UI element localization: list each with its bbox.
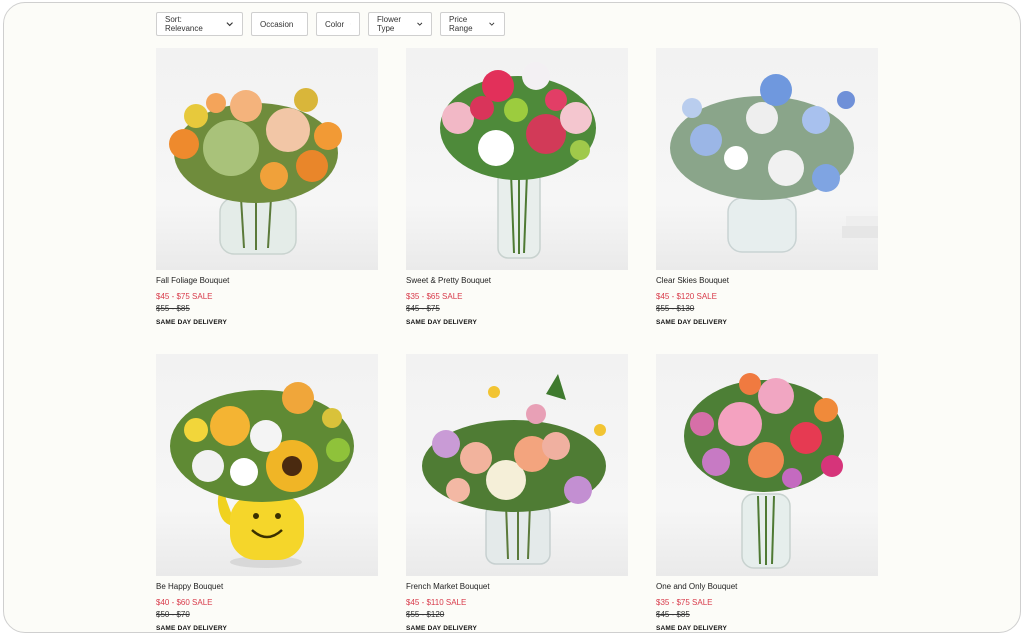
filter-bar: Sort: Relevance Occasion Color Flower Ty… xyxy=(156,12,505,36)
delivery-badge: SAME DAY DELIVERY xyxy=(656,319,728,326)
product-card[interactable]: Sweet & Pretty Bouquet $35 - $65 SALE $4… xyxy=(406,48,628,328)
product-image[interactable] xyxy=(406,354,628,576)
delivery-badge: SAME DAY DELIVERY xyxy=(406,319,478,326)
sort-dropdown[interactable]: Sort: Relevance xyxy=(156,12,243,36)
occasion-dropdown[interactable]: Occasion xyxy=(251,12,308,36)
sale-price: $45 - $110 SALE xyxy=(406,598,467,607)
delivery-badge: SAME DAY DELIVERY xyxy=(156,625,228,632)
original-price: $50 - $70 xyxy=(156,610,190,619)
chevron-down-icon xyxy=(489,22,495,26)
chevron-down-icon xyxy=(226,22,233,27)
product-card[interactable]: Clear Skies Bouquet $45 - $120 SALE $55 … xyxy=(656,48,878,328)
color-label: Color xyxy=(325,19,345,29)
product-name[interactable]: Be Happy Bouquet xyxy=(156,582,378,592)
product-image[interactable] xyxy=(156,354,378,576)
sale-price: $45 - $75 SALE xyxy=(156,292,213,301)
product-card[interactable]: French Market Bouquet $45 - $110 SALE $5… xyxy=(406,354,628,632)
app-frame: Sort: Relevance Occasion Color Flower Ty… xyxy=(3,2,1021,633)
sale-price: $45 - $120 SALE xyxy=(656,292,717,301)
sale-price: $40 - $60 SALE xyxy=(156,598,213,607)
original-price: $55 - $130 xyxy=(656,304,695,313)
original-price: $45 - $75 xyxy=(406,304,440,313)
price-range-label: Price Range xyxy=(449,15,473,33)
product-name[interactable]: Fall Foliage Bouquet xyxy=(156,276,378,286)
original-price: $55 - $120 xyxy=(406,610,445,619)
original-price: $45 - $85 xyxy=(656,610,690,619)
delivery-badge: SAME DAY DELIVERY xyxy=(656,625,728,632)
original-price: $55 - $85 xyxy=(156,304,190,313)
delivery-badge: SAME DAY DELIVERY xyxy=(156,319,228,326)
product-card[interactable]: Be Happy Bouquet $40 - $60 SALE $50 - $7… xyxy=(156,354,378,632)
product-name[interactable]: One and Only Bouquet xyxy=(656,582,878,592)
product-image[interactable] xyxy=(156,48,378,270)
price-range-dropdown[interactable]: Price Range xyxy=(440,12,505,36)
product-name[interactable]: French Market Bouquet xyxy=(406,582,628,592)
product-name[interactable]: Sweet & Pretty Bouquet xyxy=(406,276,628,286)
flower-type-label: Flower Type xyxy=(377,15,402,33)
product-image[interactable] xyxy=(406,48,628,270)
chevron-down-icon xyxy=(350,23,351,25)
sale-price: $35 - $65 SALE xyxy=(406,292,463,301)
sale-price: $35 - $75 SALE xyxy=(656,598,713,607)
delivery-badge: SAME DAY DELIVERY xyxy=(406,625,478,632)
flower-type-dropdown[interactable]: Flower Type xyxy=(368,12,432,36)
product-card[interactable]: One and Only Bouquet $35 - $75 SALE $45 … xyxy=(656,354,878,632)
product-name[interactable]: Clear Skies Bouquet xyxy=(656,276,878,286)
product-grid: Fall Foliage Bouquet $45 - $75 SALE $55 … xyxy=(156,48,878,632)
product-image[interactable] xyxy=(656,354,878,576)
occasion-label: Occasion xyxy=(260,19,294,29)
product-card[interactable]: Fall Foliage Bouquet $45 - $75 SALE $55 … xyxy=(156,48,378,328)
color-dropdown[interactable]: Color xyxy=(316,12,360,36)
sort-label: Sort: Relevance xyxy=(165,15,203,33)
chevron-down-icon xyxy=(416,22,422,26)
product-image[interactable] xyxy=(656,48,878,270)
